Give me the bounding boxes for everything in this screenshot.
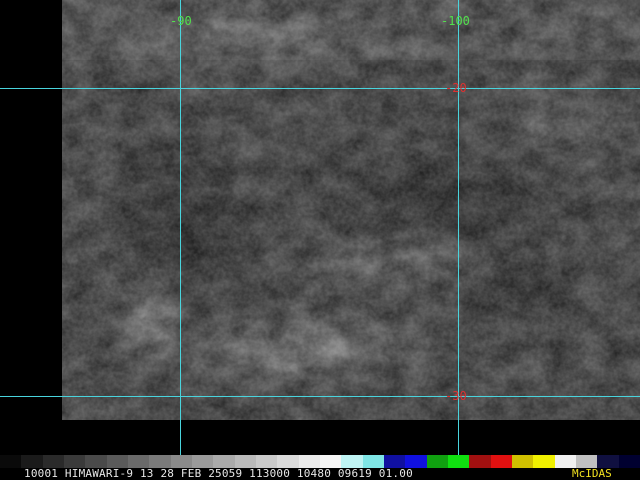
status-line: 10001 HIMAWARI-9 13 28 FEB 25059 113000 … <box>0 468 640 480</box>
color-bar-segment <box>447 455 470 468</box>
image-info-text: 10001 HIMAWARI-9 13 28 FEB 25059 113000 … <box>24 467 413 480</box>
color-bar-segment <box>511 455 534 468</box>
parallel-line-30 <box>0 396 640 397</box>
latitude-label-20: -20 <box>445 81 467 95</box>
mcidas-brand: McIDAS <box>572 467 612 480</box>
color-bar-segment <box>426 455 448 468</box>
color-bar-segment <box>0 455 22 468</box>
longitude-label-100: -100 <box>441 14 470 28</box>
meridian-line-100 <box>458 0 459 455</box>
color-bar-segment <box>490 455 512 468</box>
latitude-label-30: -30 <box>445 389 467 403</box>
color-bar-segment <box>618 455 640 468</box>
meridian-line-90 <box>180 0 181 455</box>
longitude-label-90: -90 <box>170 14 192 28</box>
cloud-field <box>62 0 640 420</box>
color-bar-segment <box>469 455 491 468</box>
parallel-line-20 <box>0 88 640 89</box>
color-bar-segment <box>533 455 555 468</box>
satellite-viewer: -90 -100 -20 -30 10001 HIMAWARI-9 13 28 … <box>0 0 640 480</box>
satellite-imagery <box>62 0 640 420</box>
